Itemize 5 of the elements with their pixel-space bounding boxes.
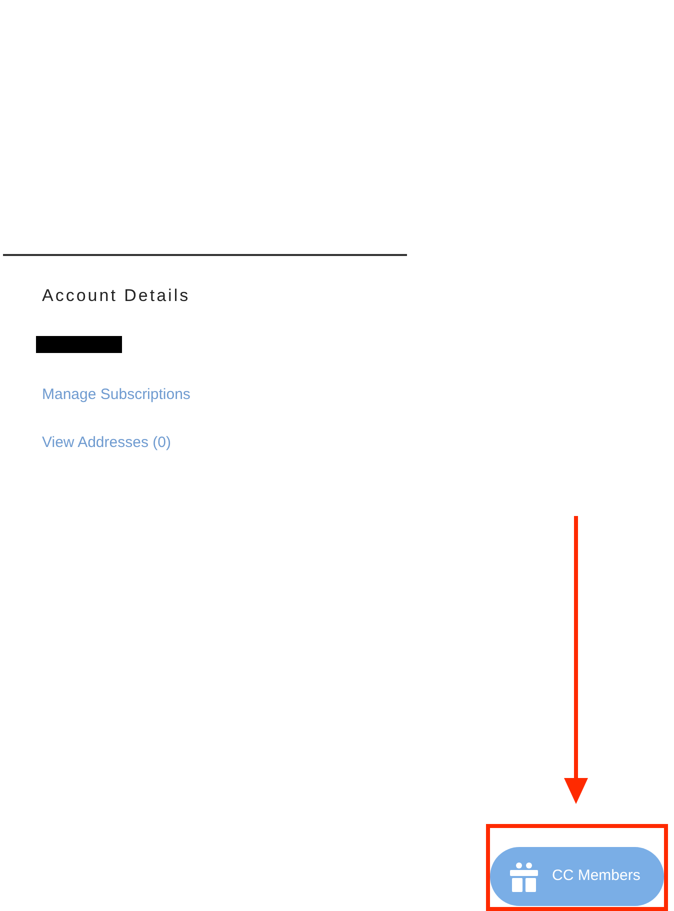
account-link[interactable]: View Addresses (0) — [42, 432, 171, 455]
gift-icon — [510, 862, 538, 892]
members-button[interactable]: CC Members — [490, 847, 664, 906]
section-title: Account Details — [42, 286, 192, 306]
account-link[interactable]: Manage Subscriptions — [42, 384, 190, 407]
